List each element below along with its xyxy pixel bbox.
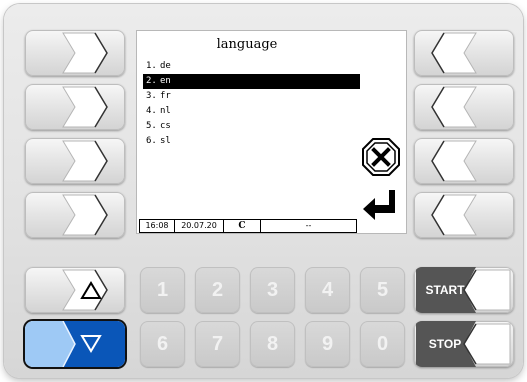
key-5[interactable]: 5 <box>360 267 405 313</box>
left-softkey-3[interactable] <box>25 138 125 184</box>
status-value: -- <box>305 221 312 230</box>
key-4[interactable]: 4 <box>305 267 350 313</box>
menu-item-cs[interactable]: 5. cs <box>143 119 360 134</box>
down-button[interactable] <box>25 321 125 367</box>
right-softkey-4[interactable] <box>414 192 514 238</box>
key-0[interactable]: 0 <box>360 321 405 367</box>
start-label: START <box>425 283 465 297</box>
menu-item-sl[interactable]: 6. sl <box>143 134 360 149</box>
menu-item-fr[interactable]: 3. fr <box>143 89 360 104</box>
right-softkey-1[interactable] <box>414 30 514 76</box>
menu-item-en[interactable]: 2. en <box>143 74 360 89</box>
screen-title: language <box>216 37 278 52</box>
key-3[interactable]: 3 <box>250 267 295 313</box>
status-bar: 16:08 20.07.20 C -- <box>139 219 357 233</box>
menu-item-nl[interactable]: 4. nl <box>143 104 360 119</box>
status-mode: C <box>224 220 261 232</box>
key-8[interactable]: 8 <box>250 321 295 367</box>
key-2[interactable]: 2 <box>195 267 240 313</box>
status-time: 16:08 <box>140 220 175 232</box>
key-7[interactable]: 7 <box>195 321 240 367</box>
stop-label: STOP <box>428 337 462 351</box>
stop-button[interactable]: STOP <box>414 321 514 367</box>
status-date: 20.07.20 <box>175 220 224 232</box>
enter-return-arrow-icon <box>363 190 395 220</box>
menu-item-de[interactable]: 1. de <box>143 59 360 74</box>
cancel-x-icon <box>362 138 400 176</box>
lcd-display: language 1. de 2. en 3. fr 4. nl 5. cs 6. sl 1… <box>137 31 406 233</box>
left-softkey-2[interactable] <box>25 84 125 130</box>
left-softkey-4[interactable] <box>25 192 125 238</box>
key-9[interactable]: 9 <box>305 321 350 367</box>
key-1[interactable]: 1 <box>140 267 185 313</box>
start-button[interactable]: START <box>414 267 514 313</box>
language-menu: 1. de 2. en 3. fr 4. nl 5. cs 6. sl <box>143 59 360 149</box>
right-softkey-2[interactable] <box>414 84 514 130</box>
left-softkey-1[interactable] <box>25 30 125 76</box>
key-6[interactable]: 6 <box>140 321 185 367</box>
up-button[interactable] <box>25 267 125 313</box>
right-softkey-3[interactable] <box>414 138 514 184</box>
